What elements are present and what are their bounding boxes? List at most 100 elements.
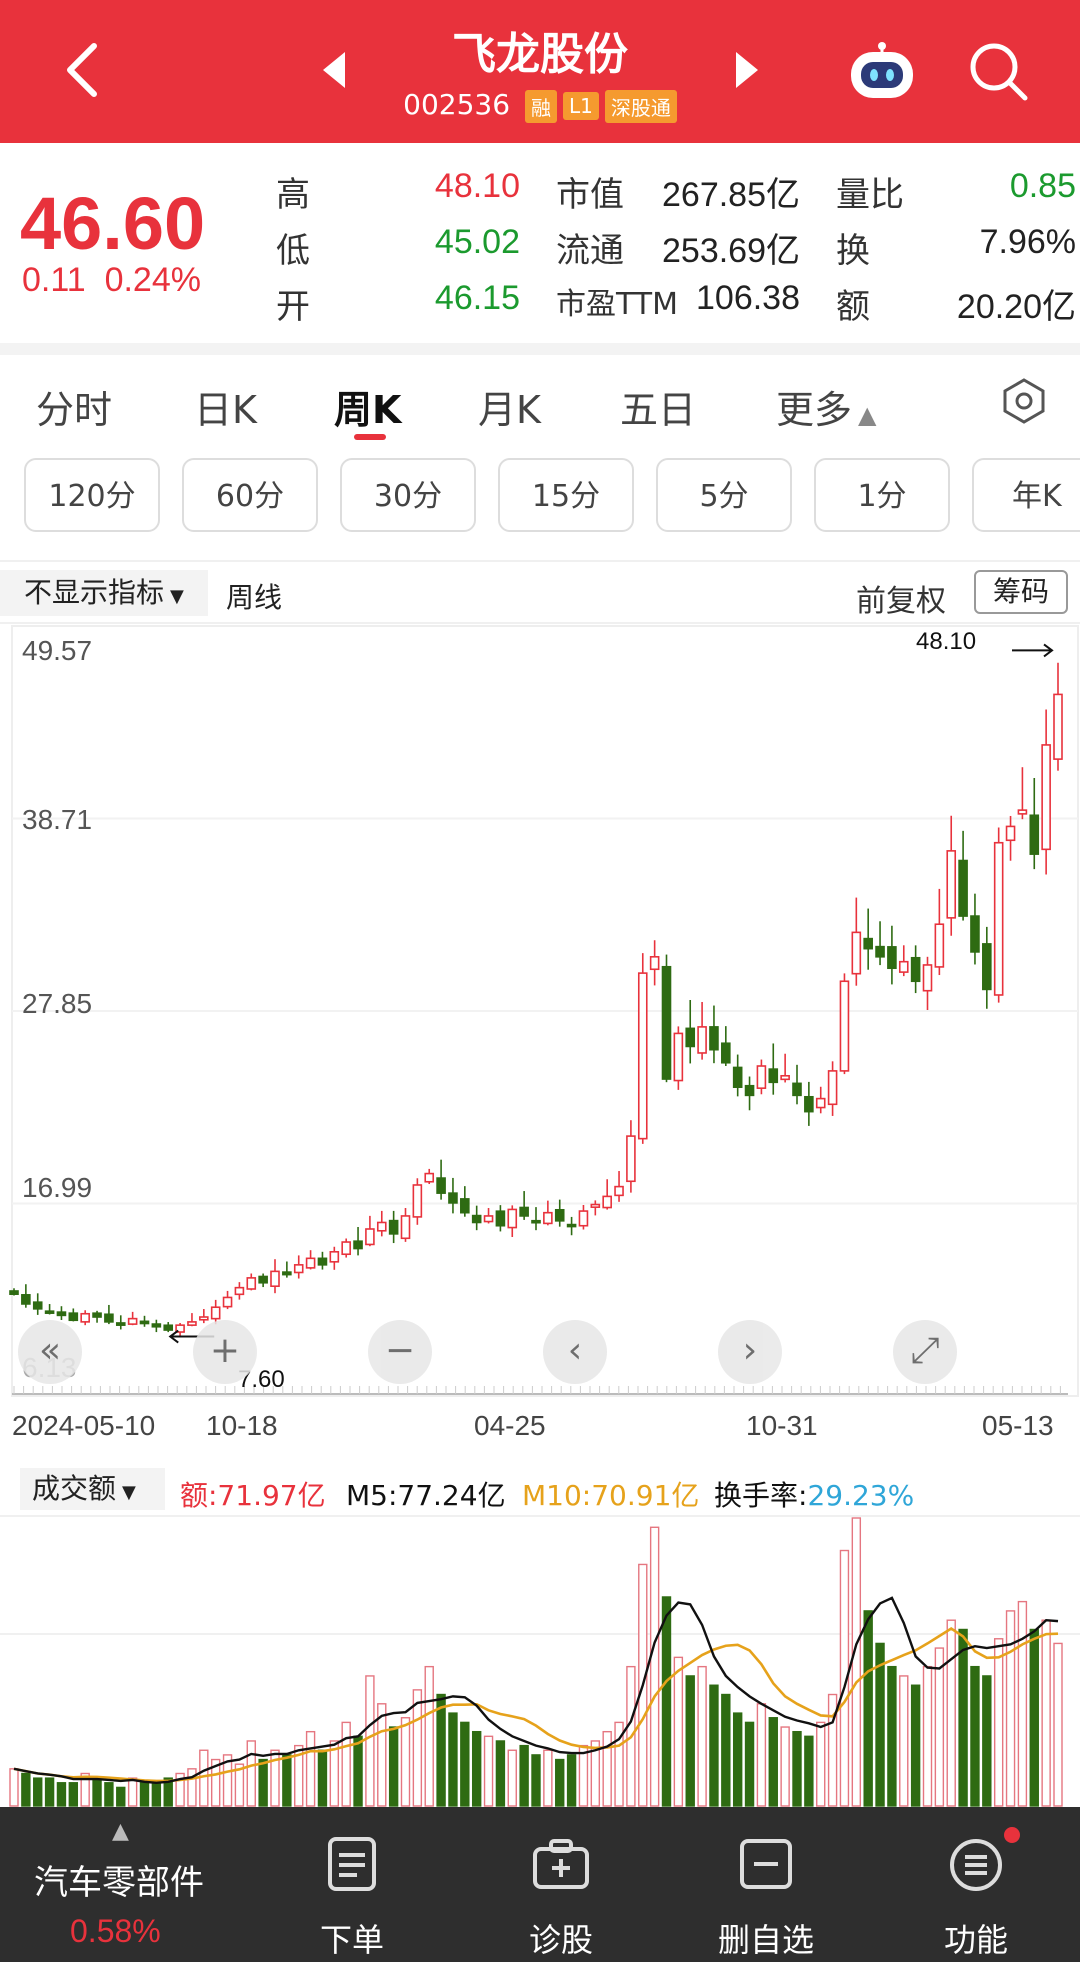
scroll-right-icon[interactable]: › [718,1320,782,1384]
volume-bar [982,1675,992,1807]
candle-body [531,1219,541,1224]
period-60m[interactable]: 60分 [182,458,318,532]
sector-name[interactable]: 汽车零部件 [34,1855,204,1904]
volume-bar [661,1596,672,1807]
candle-body [92,1312,102,1318]
pe-label: 市盈TTM [556,287,679,322]
tab-more[interactable]: 更多 ▲ [776,379,876,434]
tab-intraday[interactable]: 分时 [36,379,112,434]
volume-bar [1041,1619,1051,1807]
volume-bar [756,1703,767,1807]
x-tick-label: 04-25 [474,1410,546,1441]
candle-body [709,1026,719,1051]
volume-dropdown-label: 成交额 [32,1472,117,1505]
candle-body [127,1317,138,1325]
candle-body [566,1223,577,1228]
candlestick-chart[interactable] [0,622,1080,1402]
indicator-dropdown[interactable]: 不显示指标 ▼ [0,570,208,616]
volume-bar [258,1758,268,1807]
remove-watchlist-icon[interactable] [738,1835,794,1893]
volume-bar [353,1735,363,1807]
period-120m[interactable]: 120分 [24,458,160,532]
footer-functions[interactable]: 功能 [896,1915,1056,1961]
candle-body [661,965,672,1080]
footer-order[interactable]: 下单 [272,1915,432,1961]
period-yearly[interactable]: 年K [972,458,1080,532]
candle-body [780,1074,790,1081]
low-value: 45.02 [434,223,520,261]
turnover-rate-value: 29.23% [807,1479,915,1512]
candle-body [851,931,862,975]
float-value: 253.69亿 [662,232,800,270]
period-15m[interactable]: 15分 [498,458,634,532]
candle-body [910,956,921,983]
period-30m[interactable]: 30分 [340,458,476,532]
next-stock-icon[interactable] [736,52,758,88]
chips-button[interactable]: 筹码 [974,570,1068,614]
change-value: 0.11 [22,261,86,299]
tab-five-day[interactable]: 五日 [620,379,696,434]
y-tick-label: 16.99 [22,1172,93,1203]
open-value: 46.15 [434,279,520,317]
candle-body [424,1172,435,1183]
footer-diagnose[interactable]: 诊股 [481,1915,641,1961]
turnover-rate-text: 换手率: [714,1479,808,1512]
tab-daily-k[interactable]: 日K [194,379,257,434]
change-pct: 0.24% [104,261,201,299]
fullscreen-icon[interactable]: ⤢ [893,1320,957,1384]
rewind-icon[interactable]: « [18,1320,82,1384]
mktcap-label: 市值 [556,175,624,215]
function-menu-icon[interactable] [948,1835,1004,1893]
adjust-mode[interactable]: 前复权 [856,576,946,620]
footer-remove-watchlist[interactable]: 删自选 [686,1915,846,1961]
diagnose-kit-icon[interactable] [531,1835,591,1893]
tab-monthly-k[interactable]: 月K [478,379,541,434]
bottom-toolbar: ▲ 汽车零部件 0.58% 下单 诊股 删自选 功能 [0,1807,1080,1962]
volume-bar [922,1665,933,1807]
zoom-out-icon[interactable]: − [368,1320,432,1384]
candle-body [246,1277,257,1290]
volume-bar [721,1693,731,1807]
candle-body [993,841,1004,996]
volume-bar [732,1712,743,1807]
volume-bar [44,1777,55,1807]
tab-weekly-k[interactable]: 周K [334,379,401,434]
robot-assistant-icon[interactable] [845,40,919,102]
candle-body [436,1177,446,1194]
search-icon[interactable] [965,38,1031,104]
volume-bar [9,1768,19,1807]
candle-body [946,850,957,919]
zoom-in-icon[interactable]: + [193,1320,257,1384]
candle-body [104,1313,114,1323]
scroll-left-icon[interactable]: ‹ [543,1320,607,1384]
candle-body [649,956,660,971]
volume-bar [946,1619,956,1807]
candle-body [376,1221,387,1232]
candle-body [495,1210,506,1227]
candle-body [827,1070,838,1106]
volume-chart[interactable] [0,1512,1080,1807]
candle-body [578,1210,589,1227]
period-5m[interactable]: 5分 [656,458,792,532]
candle-body [483,1215,494,1223]
caret-up-icon: ▲ [858,401,877,429]
dropdown-arrow-icon: ▼ [122,1482,136,1503]
candle-body [412,1184,423,1218]
y-tick-label: 38.71 [22,804,93,835]
volratio-label: 量比 [836,175,904,215]
candle-body [1053,693,1063,760]
volume-bar [531,1754,541,1807]
volume-bar [246,1740,256,1807]
high-value: 48.10 [434,167,520,205]
order-document-icon[interactable] [324,1835,380,1893]
period-1m[interactable]: 1分 [814,458,950,532]
volume-header: 成交额 ▼ 额:71.97亿 M5:77.24亿 M10:70.91亿 换手率:2… [0,1460,1080,1512]
max-price-marker: 48.10 [916,628,977,655]
candle-body [804,1095,814,1113]
candle-body [1041,744,1051,851]
volume-bar [970,1665,980,1807]
volume-bar [365,1675,375,1807]
volume-indicator-dropdown[interactable]: 成交额 ▼ [20,1468,165,1510]
settings-hexagon-icon[interactable] [1000,377,1048,425]
candle-body [614,1185,624,1197]
